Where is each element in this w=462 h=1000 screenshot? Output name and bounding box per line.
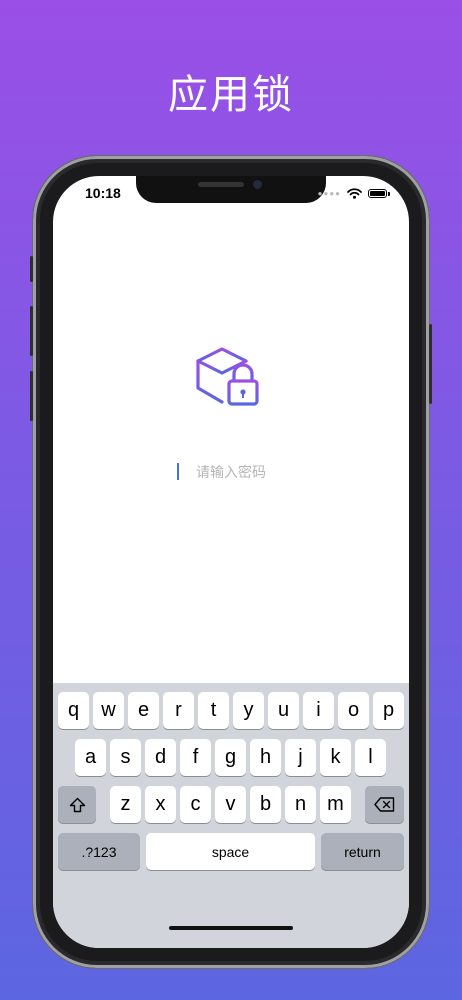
key-g[interactable]: g — [215, 739, 246, 776]
password-input[interactable] — [131, 461, 331, 485]
key-q[interactable]: q — [58, 692, 89, 729]
wifi-icon — [347, 187, 362, 199]
key-t[interactable]: t — [198, 692, 229, 729]
home-indicator[interactable] — [169, 926, 293, 930]
key-k[interactable]: k — [320, 739, 351, 776]
backspace-icon — [374, 797, 395, 812]
key-b[interactable]: b — [250, 786, 281, 823]
key-v[interactable]: v — [215, 786, 246, 823]
key-l[interactable]: l — [355, 739, 386, 776]
key-f[interactable]: f — [180, 739, 211, 776]
phone-screen: 10:18 ●●●● q w e r t y u i o p a s d f g… — [53, 176, 409, 948]
key-e[interactable]: e — [128, 692, 159, 729]
return-key[interactable]: return — [321, 833, 404, 870]
battery-icon — [368, 188, 390, 198]
text-cursor — [177, 463, 179, 480]
key-a[interactable]: a — [75, 739, 106, 776]
mute-switch — [30, 256, 33, 282]
key-j[interactable]: j — [285, 739, 316, 776]
key-h[interactable]: h — [250, 739, 281, 776]
status-icons: ●●●● — [317, 186, 390, 200]
volume-up-button — [30, 306, 33, 356]
key-z[interactable]: z — [110, 786, 141, 823]
key-u[interactable]: u — [268, 692, 299, 729]
key-n[interactable]: n — [285, 786, 316, 823]
key-i[interactable]: i — [303, 692, 334, 729]
promo-title: 应用锁 — [168, 72, 294, 118]
key-y[interactable]: y — [233, 692, 264, 729]
volume-down-button — [30, 371, 33, 421]
key-d[interactable]: d — [145, 739, 176, 776]
key-r[interactable]: r — [163, 692, 194, 729]
space-key[interactable]: space — [146, 833, 315, 870]
shift-icon — [69, 797, 85, 812]
key-m[interactable]: m — [320, 786, 351, 823]
notch — [136, 176, 326, 203]
key-w[interactable]: w — [93, 692, 124, 729]
delete-key[interactable] — [365, 786, 404, 823]
speaker — [198, 182, 244, 187]
key-p[interactable]: p — [373, 692, 404, 729]
status-time: 10:18 — [85, 185, 121, 201]
key-c[interactable]: c — [180, 786, 211, 823]
numbers-key[interactable]: .?123 — [58, 833, 140, 870]
key-s[interactable]: s — [110, 739, 141, 776]
app-lock-logo-icon — [196, 347, 259, 406]
power-button — [429, 324, 432, 404]
phone-frame: 10:18 ●●●● q w e r t y u i o p a s d f g… — [30, 156, 432, 968]
key-x[interactable]: x — [145, 786, 176, 823]
signal-dots-icon: ●●●● — [317, 188, 341, 198]
front-camera — [253, 180, 262, 189]
on-screen-keyboard: q w e r t y u i o p a s d f g h j k l z … — [53, 683, 409, 948]
shift-key[interactable] — [58, 786, 96, 823]
key-o[interactable]: o — [338, 692, 369, 729]
